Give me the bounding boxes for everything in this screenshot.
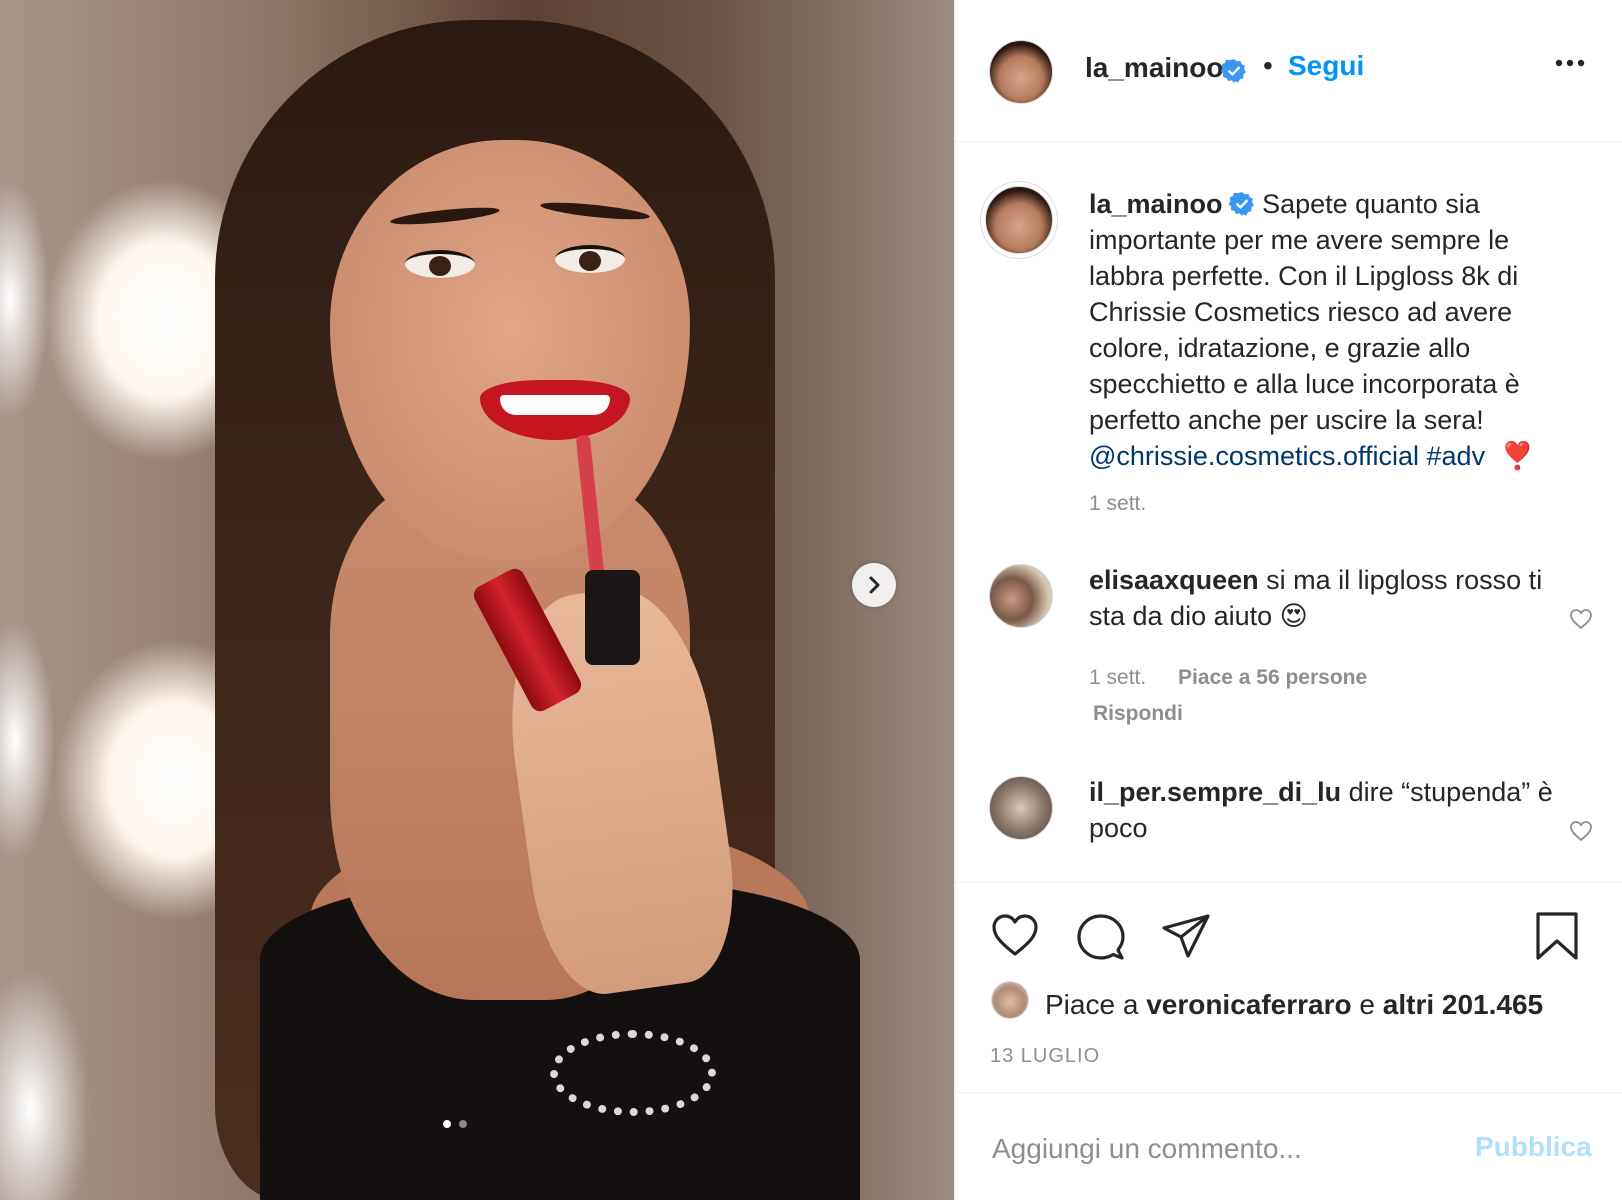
caption-hashtag-link[interactable]: #adv <box>1427 441 1486 471</box>
comment-meta: 1 sett. Piace a 56 persone <box>1089 666 1367 690</box>
photo-face <box>330 140 690 560</box>
carousel-dot <box>443 1120 451 1128</box>
follow-button[interactable]: Segui <box>1288 50 1364 82</box>
comment-item: il_per.sempre_di_lu dire “stupenda” è po… <box>1089 774 1559 846</box>
verified-badge-icon <box>1228 192 1254 216</box>
caption-mention-link[interactable]: @chrissie.cosmetics.official <box>1089 441 1419 471</box>
post-photo[interactable] <box>0 0 954 1200</box>
photo-lipgloss-cap <box>585 570 640 665</box>
comment-timestamp[interactable]: 1 sett. <box>1089 666 1146 689</box>
comment-item: elisaaxqueen si ma il lipgloss rosso ti … <box>1089 562 1559 634</box>
send-icon[interactable] <box>1161 913 1211 959</box>
caption: la_mainoo Sapete quanto sia importante p… <box>1089 186 1589 474</box>
heart-icon[interactable] <box>991 913 1039 957</box>
caption-avatar[interactable] <box>985 186 1053 254</box>
photo-teeth <box>500 395 610 415</box>
comment-like-heart-icon[interactable] <box>1569 820 1593 842</box>
caption-timestamp[interactable]: 1 sett. <box>1089 492 1146 516</box>
post-header: la_mainoo • Segui <box>955 0 1622 142</box>
caption-emoji: ❣️ <box>1500 441 1535 471</box>
publish-button[interactable]: Pubblica <box>1475 1131 1592 1163</box>
add-comment-bar: Pubblica <box>955 1092 1622 1200</box>
carousel-next-button[interactable] <box>852 563 896 607</box>
comment-icon[interactable] <box>1077 913 1125 961</box>
photo-eye <box>555 245 625 273</box>
likes-connector: e <box>1359 989 1375 1020</box>
comment-username[interactable]: il_per.sempre_di_lu <box>1089 777 1341 807</box>
carousel-dot <box>459 1120 467 1128</box>
more-horizontal-icon[interactable] <box>1555 58 1585 68</box>
comment-username[interactable]: elisaaxqueen <box>1089 565 1259 595</box>
likes-user-link[interactable]: veronicaferraro <box>1146 989 1351 1020</box>
comment-input[interactable] <box>990 1123 1454 1175</box>
caption-text: Sapete quanto sia importante per me aver… <box>1089 189 1520 435</box>
photo-bracelet <box>550 1030 716 1116</box>
post-actions: Piace a veronicaferraro e altri 201.465 … <box>955 882 1622 1092</box>
post-side-panel: la_mainoo • Segui la_mainoo Sapete quant… <box>954 0 1622 1200</box>
likes-summary: Piace a veronicaferraro e altri 201.465 <box>1045 989 1543 1021</box>
avatar[interactable] <box>989 40 1053 104</box>
comment-reply-button[interactable]: Rispondi <box>1093 702 1183 726</box>
comment-avatar[interactable] <box>989 776 1053 840</box>
verified-badge-icon <box>1221 59 1246 83</box>
comment-emoji: 😍 <box>1279 601 1308 631</box>
comment-like-heart-icon[interactable] <box>1569 608 1593 630</box>
post-date[interactable]: 13 LUGLIO <box>990 1045 1100 1068</box>
caption-username[interactable]: la_mainoo <box>1089 189 1223 219</box>
likes-others-link[interactable]: altri 201.465 <box>1383 989 1543 1020</box>
comments-list[interactable]: la_mainoo Sapete quanto sia importante p… <box>955 142 1622 882</box>
header-separator: • <box>1263 50 1273 81</box>
comment-avatar[interactable] <box>989 564 1053 628</box>
bookmark-icon[interactable] <box>1535 911 1579 961</box>
likes-prefix: Piace a <box>1045 989 1139 1020</box>
photo-eye <box>405 250 475 278</box>
carousel-indicator <box>443 1120 467 1128</box>
comment-likes-count[interactable]: Piace a 56 persone <box>1178 666 1367 689</box>
chevron-right-icon <box>869 576 880 594</box>
header-username[interactable]: la_mainoo <box>1085 52 1223 84</box>
liker-avatar[interactable] <box>991 981 1029 1019</box>
